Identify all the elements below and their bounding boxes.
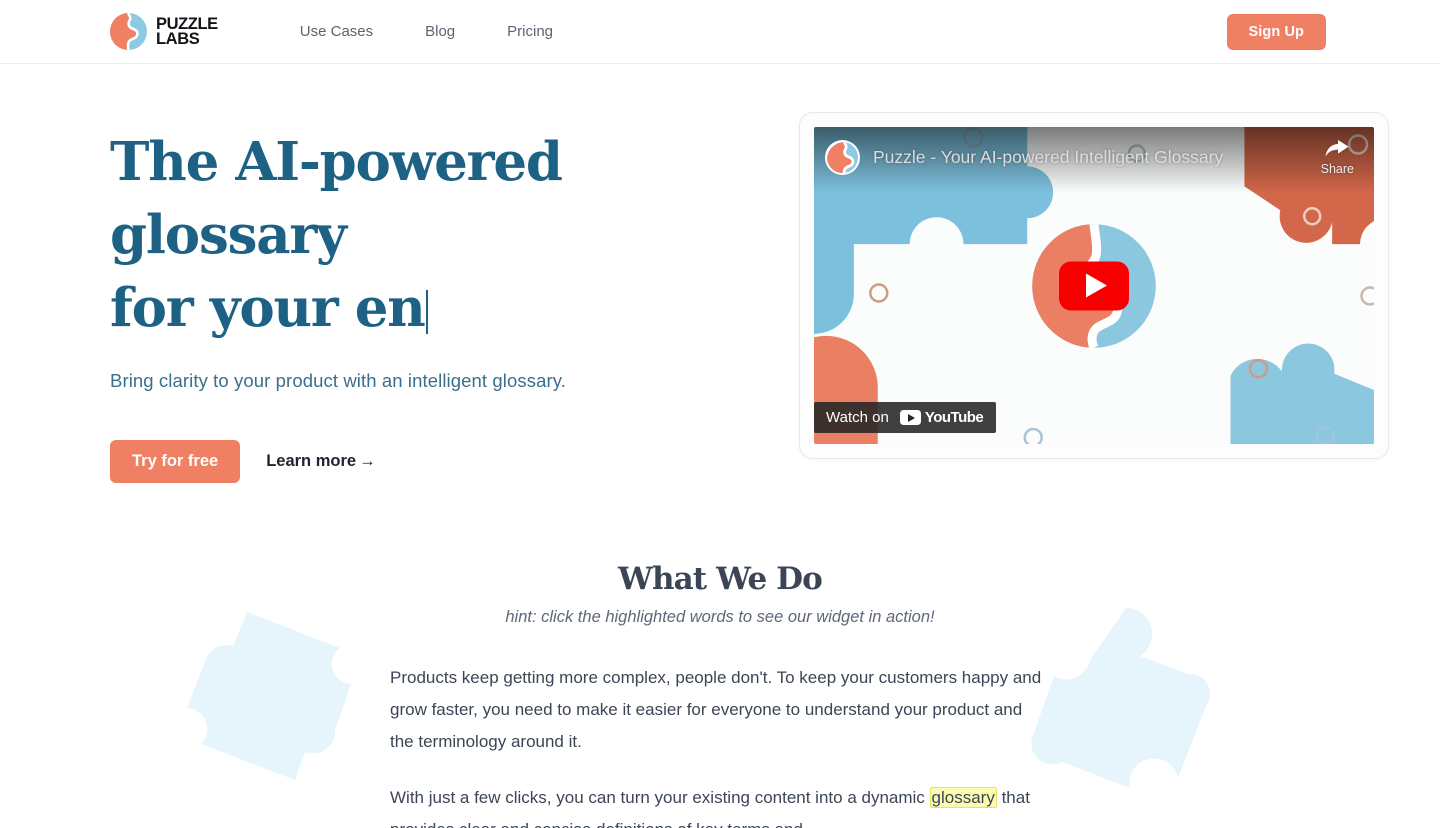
hero-video-column: Puzzle - Your AI-powered Intelligent Glo…	[799, 112, 1389, 459]
sign-up-button[interactable]: Sign Up	[1226, 13, 1326, 50]
what-we-do-section: What We Do hint: click the highlighted w…	[0, 561, 1440, 627]
body-paragraph-2-part1: With just a few clicks, you can turn you…	[390, 788, 930, 807]
hero-cta-group: Try for free Learn more →	[110, 440, 710, 483]
primary-nav: Use Cases Blog Pricing	[300, 15, 553, 48]
nav-item-blog[interactable]: Blog	[425, 15, 455, 48]
learn-more-label: Learn more	[266, 452, 357, 470]
video-share-button[interactable]: Share	[1321, 139, 1354, 176]
decorative-puzzle-piece-left	[187, 612, 351, 780]
youtube-video-embed[interactable]: Puzzle - Your AI-powered Intelligent Glo…	[814, 127, 1374, 444]
hero-headline-line1: The AI-powered glossary	[110, 131, 563, 266]
what-we-do-hint: hint: click the highlighted words to see…	[505, 608, 935, 626]
nav-item-use-cases[interactable]: Use Cases	[300, 15, 373, 48]
body-paragraph-2: With just a few clicks, you can turn you…	[390, 782, 1050, 828]
video-share-label: Share	[1320, 162, 1354, 176]
top-navigation-bar: PUZZLE LABS Use Cases Blog Pricing Sign …	[0, 0, 1440, 64]
glossary-highlight-term[interactable]: glossary	[929, 787, 997, 808]
channel-avatar[interactable]	[825, 140, 860, 175]
video-card-frame: Puzzle - Your AI-powered Intelligent Glo…	[799, 112, 1389, 459]
youtube-wordmark: YouTube	[899, 409, 984, 426]
hero-headline: The AI-powered glossary for your en	[110, 126, 710, 345]
video-title-row: Puzzle - Your AI-powered Intelligent Glo…	[825, 140, 1304, 175]
share-arrow-icon	[1325, 140, 1349, 157]
what-we-do-title: What We Do	[618, 561, 823, 597]
hero-section: The AI-powered glossary for your en Brin…	[0, 64, 1440, 483]
youtube-wordmark-text: YouTube	[924, 409, 984, 426]
watch-on-youtube-button[interactable]: Watch on YouTube	[814, 402, 997, 433]
youtube-logo-icon	[899, 410, 921, 425]
brand-wordmark-line2: LABS	[156, 29, 200, 48]
nav-item-pricing[interactable]: Pricing	[507, 15, 553, 48]
brand-logo-link[interactable]: PUZZLE LABS	[110, 13, 218, 50]
brand-wordmark: PUZZLE LABS	[156, 15, 218, 48]
watch-on-label: Watch on	[826, 409, 889, 426]
arrow-right-icon: →	[359, 452, 376, 470]
try-for-free-button[interactable]: Try for free	[110, 440, 241, 483]
hero-subheadline: Bring clarity to your product with an in…	[110, 370, 566, 391]
video-title[interactable]: Puzzle - Your AI-powered Intelligent Glo…	[873, 147, 1223, 168]
puzzle-circle-logo-icon	[110, 13, 147, 50]
hero-headline-line2: for your en	[110, 277, 426, 339]
hero-text-column: The AI-powered glossary for your en Brin…	[110, 112, 710, 483]
typing-caret	[425, 290, 428, 334]
body-paragraph-1: Products keep getting more complex, peop…	[390, 668, 1042, 751]
youtube-play-button[interactable]	[1059, 261, 1129, 310]
play-triangle-icon	[1086, 273, 1107, 298]
learn-more-link[interactable]: Learn more →	[266, 452, 375, 471]
what-we-do-body: Products keep getting more complex, peop…	[390, 662, 1050, 828]
